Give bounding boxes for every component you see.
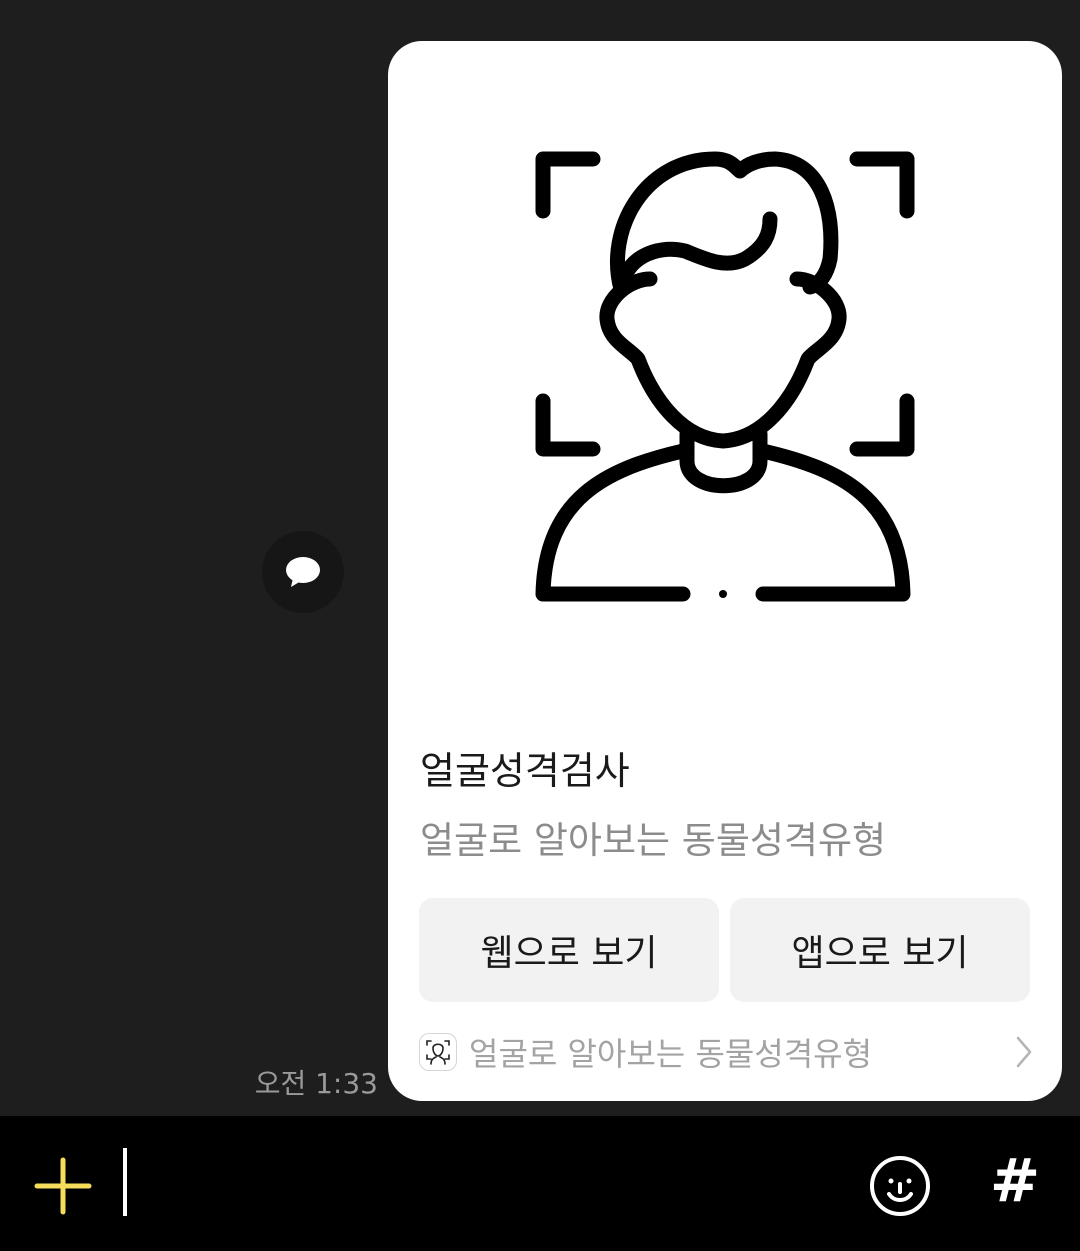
speech-bubble-icon <box>286 557 320 587</box>
chat-area: 오전 1:33 얼굴성격검사 얼굴로 알아보는 동물성격유형 웹으로 보기 앱으… <box>0 0 1080 1116</box>
attach-plus-button[interactable] <box>33 1156 93 1216</box>
view-web-button[interactable]: 웹으로 보기 <box>419 898 719 1002</box>
share-button[interactable] <box>262 531 344 613</box>
message-timestamp: 오전 1:33 <box>254 1067 378 1100</box>
hashtag-search-button[interactable]: # <box>985 1146 1045 1216</box>
plus-icon <box>34 1157 92 1215</box>
card-image[interactable] <box>388 41 1062 741</box>
view-app-button[interactable]: 앱으로 보기 <box>730 898 1030 1002</box>
card-footer-link[interactable]: 얼굴로 알아보는 동물성격유형 <box>419 1026 1034 1078</box>
footer-thumbnail <box>419 1033 457 1071</box>
link-card[interactable]: 얼굴성격검사 얼굴로 알아보는 동물성격유형 웹으로 보기 앱으로 보기 얼굴로… <box>388 41 1062 1101</box>
message-input-bar: # <box>0 1116 1080 1251</box>
card-description: 얼굴로 알아보는 동물성격유형 <box>420 819 887 862</box>
smiley-icon <box>870 1156 930 1216</box>
card-title: 얼굴성격검사 <box>420 749 630 793</box>
message-input-field[interactable] <box>123 1148 127 1216</box>
face-scan-thumbnail-icon <box>426 1040 450 1065</box>
face-scan-person-icon <box>535 151 915 602</box>
chevron-right-icon <box>1016 1036 1032 1068</box>
footer-text: 얼굴로 알아보는 동물성격유형 <box>469 1035 873 1073</box>
emoji-button[interactable] <box>868 1154 932 1218</box>
